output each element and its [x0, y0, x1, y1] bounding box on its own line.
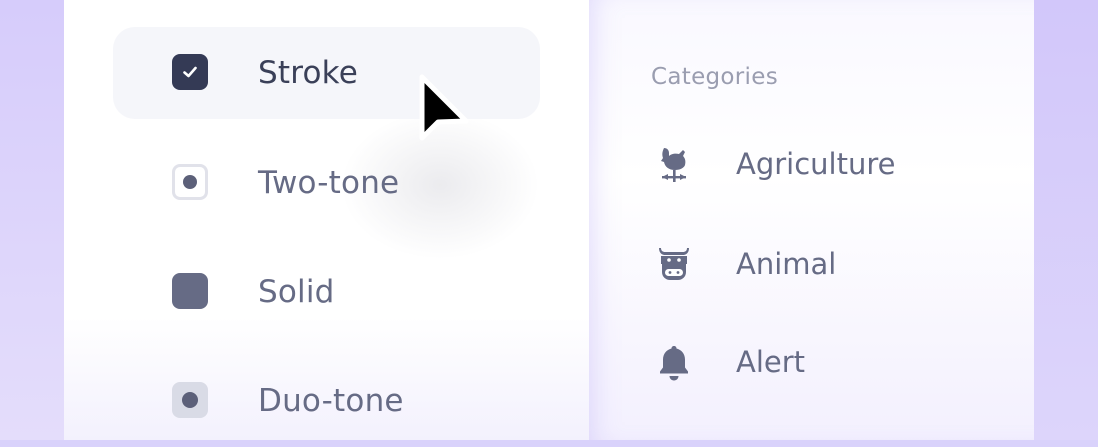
checkbox-checked-icon[interactable] — [172, 54, 208, 90]
category-item-alert[interactable]: Alert — [640, 332, 1000, 392]
duo-tone-style-icon[interactable] — [172, 382, 208, 418]
style-option-duo-tone[interactable]: Duo-tone — [113, 355, 540, 447]
category-item-animal[interactable]: Animal — [640, 234, 1000, 294]
categories-heading: Categories — [651, 64, 778, 90]
solid-style-icon[interactable] — [172, 273, 208, 309]
style-option-solid[interactable]: Solid — [113, 246, 540, 338]
category-label: Alert — [736, 345, 806, 379]
category-label: Agriculture — [736, 147, 896, 181]
bell-icon — [654, 342, 694, 382]
style-option-label: Stroke — [258, 55, 358, 91]
style-option-two-tone[interactable]: Two-tone — [113, 137, 540, 229]
background-right — [1034, 0, 1098, 440]
style-option-label: Two-tone — [258, 165, 400, 201]
style-option-label: Solid — [258, 274, 335, 310]
two-tone-style-icon[interactable] — [172, 164, 208, 200]
background-left — [0, 0, 64, 440]
style-option-label: Duo-tone — [258, 383, 404, 419]
category-label: Animal — [736, 247, 837, 281]
cow-icon — [654, 244, 694, 284]
mouse-pointer-icon — [416, 74, 472, 150]
style-option-stroke[interactable]: Stroke — [113, 27, 540, 119]
category-item-agriculture[interactable]: Agriculture — [640, 134, 1000, 194]
rooster-weathervane-icon — [654, 144, 694, 184]
